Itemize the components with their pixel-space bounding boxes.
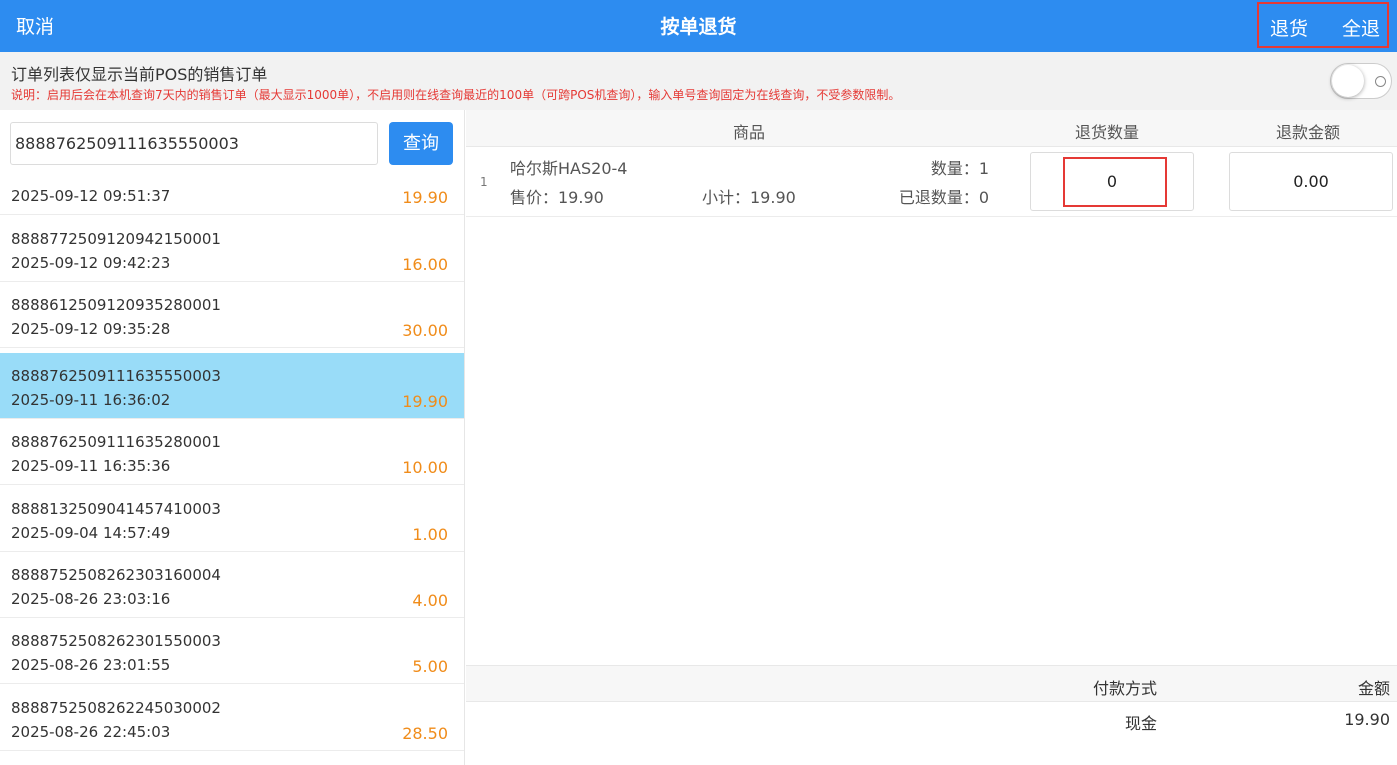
order-search-input[interactable] bbox=[10, 122, 378, 165]
payment-amount: 19.90 bbox=[1344, 710, 1390, 729]
order-time: 2025-09-11 16:35:36 bbox=[11, 457, 171, 475]
order-item[interactable]: 8888612509120935280001 2025-09-12 09:35:… bbox=[0, 282, 464, 348]
local-query-toggle[interactable] bbox=[1330, 63, 1392, 99]
order-amount: 4.00 bbox=[412, 591, 448, 610]
return-button[interactable]: 退货 bbox=[1270, 14, 1308, 41]
order-amount: 19.90 bbox=[402, 392, 448, 411]
order-number: 8888612509120937340002 bbox=[11, 179, 221, 181]
col-return-qty: 退货数量 bbox=[1075, 123, 1140, 142]
order-item[interactable]: 8888752508262245030002 2025-08-26 22:45:… bbox=[0, 685, 464, 751]
payment-row: 现金 19.90 bbox=[466, 702, 1397, 742]
item-name: 哈尔斯HAS20-4 bbox=[510, 159, 628, 178]
col-payment-method: 付款方式 bbox=[1092, 679, 1157, 698]
order-number: 8888132509041457410003 bbox=[11, 500, 221, 518]
order-time: 2025-09-12 09:42:23 bbox=[11, 254, 171, 272]
order-item[interactable]: 8888752508262303160004 2025-08-26 23:03:… bbox=[0, 552, 464, 618]
search-button[interactable]: 查询 bbox=[389, 122, 453, 165]
page-title: 按单退货 bbox=[660, 16, 737, 38]
notice-description: 说明：启用后会在本机查询7天内的销售订单（最大显示1000单），不启用则在线查询… bbox=[11, 88, 901, 102]
order-number: 8888752508262245030002 bbox=[11, 699, 221, 717]
payment-method: 现金 bbox=[1124, 714, 1157, 733]
order-item[interactable]: 8888612509120937340002 2025-09-12 09:51:… bbox=[0, 179, 464, 215]
order-number: 8888752508262301550003 bbox=[11, 632, 221, 650]
order-number: 8888612509120935280001 bbox=[11, 296, 221, 314]
item-returned-quantity: 已退数量：0 bbox=[898, 188, 989, 207]
refund-amount-input[interactable]: 0.00 bbox=[1229, 152, 1393, 211]
order-time: 2025-08-26 22:45:03 bbox=[11, 723, 171, 741]
refund-amount-value: 0.00 bbox=[1293, 172, 1329, 191]
payment-header: 付款方式 金额 bbox=[466, 665, 1397, 702]
order-amount: 16.00 bbox=[402, 255, 448, 274]
toggle-off-icon bbox=[1375, 76, 1386, 87]
return-qty-value: 0 bbox=[1106, 172, 1118, 191]
cancel-button[interactable]: 取消 bbox=[16, 12, 54, 39]
header-actions-highlight: 退货 全退 bbox=[1257, 2, 1389, 48]
order-item[interactable]: 8888752508262301550003 2025-08-26 23:01:… bbox=[0, 618, 464, 684]
order-time: 2025-09-11 16:36:02 bbox=[11, 391, 171, 409]
order-item-selected[interactable]: 8888762509111635550003 2025-09-11 16:36:… bbox=[0, 353, 464, 419]
item-index: 1 bbox=[480, 175, 488, 189]
order-item[interactable]: 8888132509041457410003 2025-09-04 14:57:… bbox=[0, 486, 464, 552]
notice-bar: 订单列表仅显示当前POS的销售订单 说明：启用后会在本机查询7天内的销售订单（最… bbox=[0, 52, 1397, 110]
order-amount: 19.90 bbox=[402, 188, 448, 207]
item-quantity: 数量：1 bbox=[930, 159, 989, 178]
order-amount: 5.00 bbox=[412, 657, 448, 676]
order-amount: 10.00 bbox=[402, 458, 448, 477]
order-detail-panel: 商品 退货数量 退款金额 1 哈尔斯HAS20-4 售价：19.90 小计：19… bbox=[466, 110, 1397, 765]
col-product: 商品 bbox=[733, 123, 766, 142]
order-item[interactable]: 8888772509120942150001 2025-09-12 09:42:… bbox=[0, 216, 464, 282]
notice-title: 订单列表仅显示当前POS的销售订单 bbox=[11, 65, 268, 84]
order-number: 8888762509111635550003 bbox=[11, 367, 221, 385]
order-number: 8888772509120942150001 bbox=[11, 230, 221, 248]
order-amount: 30.00 bbox=[402, 321, 448, 340]
order-number: 8888752508262303160004 bbox=[11, 566, 221, 584]
order-number: 8888762509111635280001 bbox=[11, 433, 221, 451]
order-list[interactable]: 8888612509120937340002 2025-09-12 09:51:… bbox=[0, 179, 464, 765]
order-time: 2025-09-12 09:51:37 bbox=[11, 187, 171, 205]
col-refund-amount: 退款金额 bbox=[1276, 123, 1341, 142]
order-time: 2025-08-26 23:03:16 bbox=[11, 590, 171, 608]
return-qty-input[interactable]: 0 bbox=[1030, 152, 1194, 211]
item-table-header: 商品 退货数量 退款金额 bbox=[466, 110, 1397, 147]
order-time: 2025-08-26 23:01:55 bbox=[11, 656, 171, 674]
order-item[interactable]: 8888762509111635280001 2025-09-11 16:35:… bbox=[0, 419, 464, 485]
order-amount: 28.50 bbox=[402, 724, 448, 743]
order-time: 2025-09-12 09:35:28 bbox=[11, 320, 171, 338]
order-amount: 1.00 bbox=[412, 525, 448, 544]
item-subtotal: 小计：19.90 bbox=[702, 188, 796, 207]
top-bar: 取消 按单退货 退货 全退 bbox=[0, 0, 1397, 52]
order-time: 2025-09-04 14:57:49 bbox=[11, 524, 171, 542]
return-all-button[interactable]: 全退 bbox=[1342, 14, 1380, 41]
toggle-knob bbox=[1332, 65, 1364, 97]
item-price: 售价：19.90 bbox=[510, 188, 604, 207]
order-list-panel: 查询 8888612509120937340002 2025-09-12 09:… bbox=[0, 110, 465, 765]
item-row: 1 哈尔斯HAS20-4 售价：19.90 小计：19.90 数量：1 已退数量… bbox=[466, 147, 1397, 217]
col-payment-amount: 金额 bbox=[1357, 679, 1390, 698]
